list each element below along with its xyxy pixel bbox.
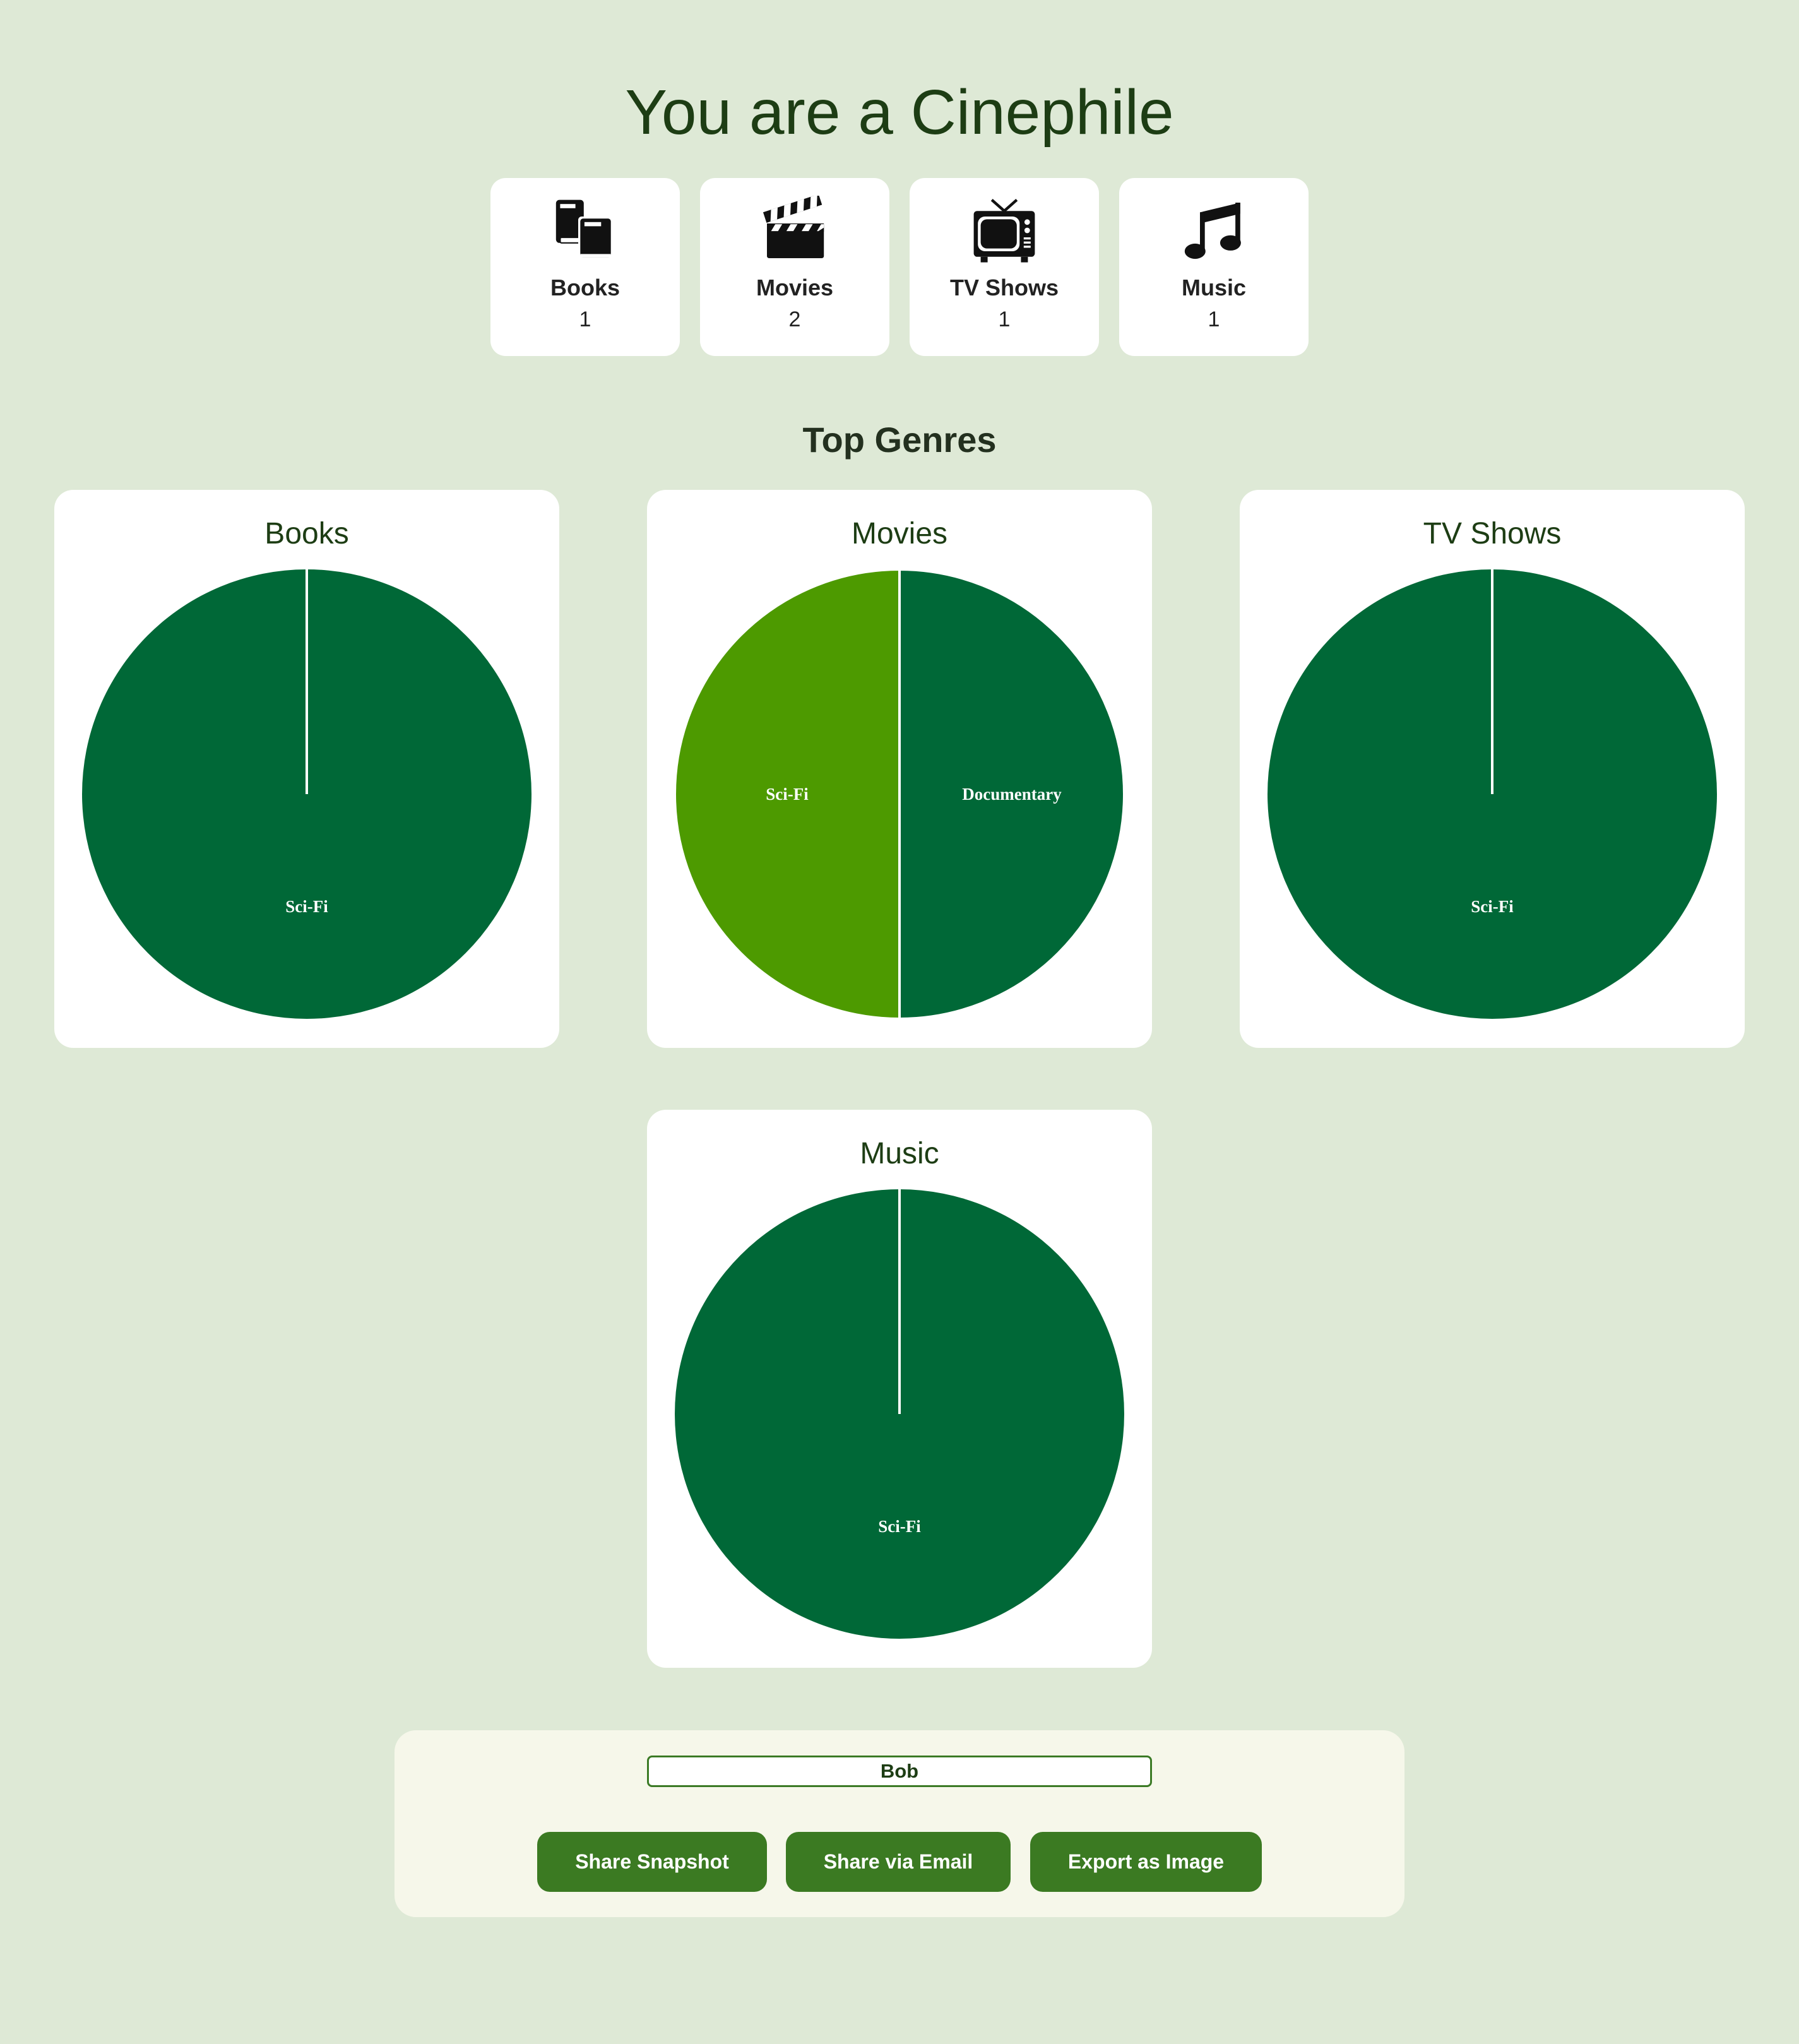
category-count: 1	[998, 307, 1011, 331]
slice-label: Sci-Fi	[1471, 897, 1514, 916]
category-card-tv-shows: TV Shows 1	[910, 178, 1099, 356]
category-name: Books	[550, 275, 620, 300]
share-email-button[interactable]: Share via Email	[786, 1832, 1011, 1892]
pie-chart-books: Sci-Fi	[82, 569, 531, 1019]
category-card-music: Music 1	[1119, 178, 1309, 356]
music-note-icon	[1119, 196, 1309, 265]
chart-title: Movies	[851, 517, 948, 550]
category-count: 1	[1208, 307, 1220, 331]
pie-chart-tv-shows: Sci-Fi	[1268, 569, 1717, 1019]
category-count: 2	[788, 307, 801, 331]
category-name: Movies	[756, 275, 834, 300]
pie-chart-movies: Documentary Sci-Fi	[674, 567, 1125, 1021]
page-title: You are a Cinephile	[625, 77, 1174, 148]
television-icon	[910, 196, 1099, 265]
chart-card-music: Music Sci-Fi	[647, 1110, 1152, 1668]
chart-title: Music	[860, 1137, 939, 1170]
chart-title: Books	[264, 517, 349, 550]
category-name: TV Shows	[949, 275, 1059, 300]
chart-title: TV Shows	[1423, 517, 1562, 550]
slice-label: Sci-Fi	[285, 897, 328, 916]
category-card-movies: Movies 2	[700, 178, 889, 356]
export-image-button[interactable]: Export as Image	[1030, 1832, 1262, 1892]
books-icon	[490, 196, 680, 265]
chart-card-movies: Movies Documentary Sci-Fi	[647, 490, 1152, 1048]
name-input[interactable]	[647, 1756, 1152, 1787]
slice-label: Sci-Fi	[766, 785, 809, 804]
slice-label: Sci-Fi	[878, 1517, 921, 1536]
share-panel: Share Snapshot Share via Email Export as…	[395, 1730, 1404, 1917]
category-card-books: Books 1	[490, 178, 680, 356]
clapperboard-icon	[700, 196, 889, 265]
category-name: Music	[1181, 275, 1247, 300]
page: You are a Cinephile Books 1 Movies 2 TV …	[0, 0, 1799, 2044]
share-snapshot-button[interactable]: Share Snapshot	[537, 1832, 767, 1892]
category-count: 1	[579, 307, 591, 331]
slice-label: Documentary	[962, 785, 1062, 804]
chart-card-tv-shows: TV Shows Sci-Fi	[1240, 490, 1745, 1048]
pie-chart-music: Sci-Fi	[675, 1189, 1124, 1639]
top-genres-title: Top Genres	[802, 420, 997, 460]
chart-card-books: Books Sci-Fi	[54, 490, 559, 1048]
